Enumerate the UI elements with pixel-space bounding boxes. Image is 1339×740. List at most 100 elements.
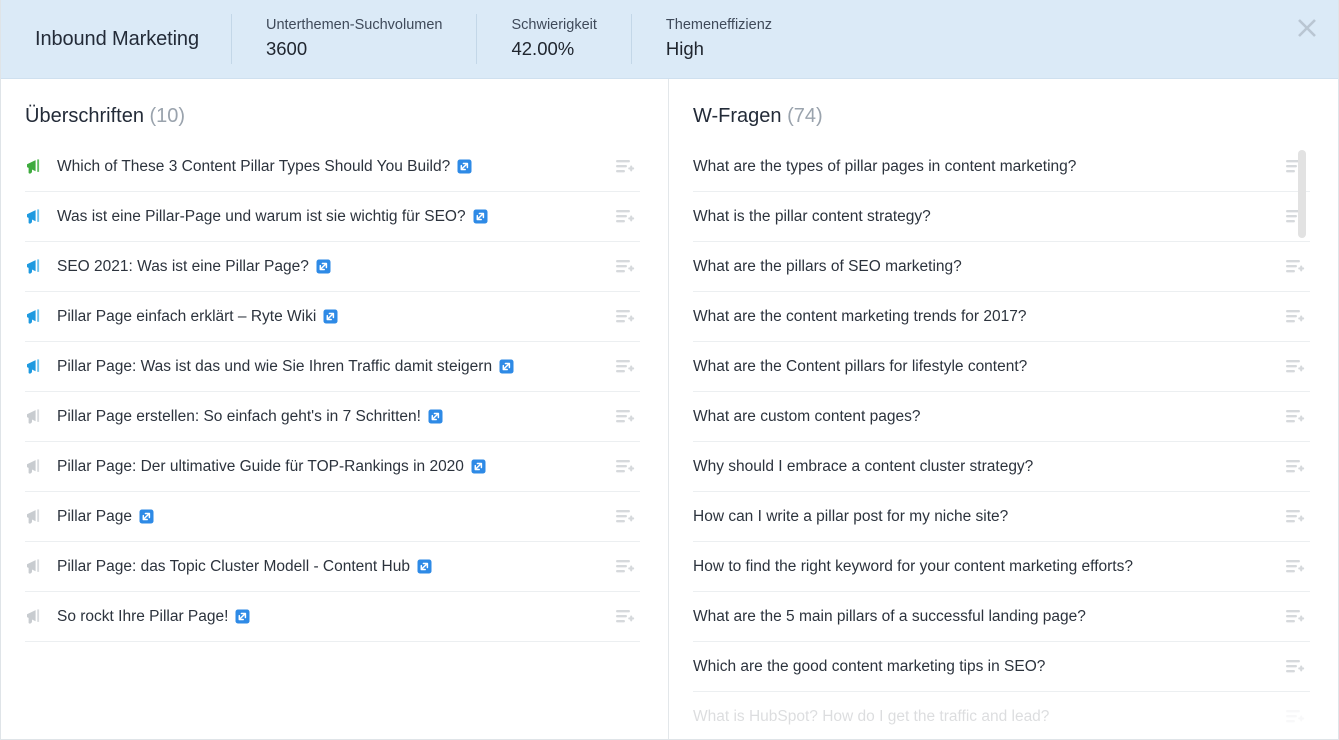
question-label: How can I write a pillar post for my nic… bbox=[693, 507, 1009, 525]
question-label: What is the pillar content strategy? bbox=[693, 207, 931, 225]
question-label: What are the pillars of SEO marketing? bbox=[693, 257, 962, 275]
questions-panel-title: W-Fragen (74) bbox=[693, 79, 1310, 142]
headline-label: Which of These 3 Content Pillar Types Sh… bbox=[57, 157, 451, 175]
add-to-list-icon[interactable] bbox=[610, 208, 640, 226]
table-row[interactable]: What is the pillar content strategy? bbox=[693, 192, 1310, 242]
question-text-wrapper: What is the pillar content strategy? bbox=[693, 208, 1280, 226]
external-link-icon[interactable] bbox=[139, 509, 154, 524]
questions-panel: W-Fragen (74) What are the types of pill… bbox=[669, 79, 1338, 739]
metric-topic-efficiency: Themeneffizienz High bbox=[632, 17, 806, 59]
external-link-icon[interactable] bbox=[428, 409, 443, 424]
external-link-icon[interactable] bbox=[316, 259, 331, 274]
question-label: What are the types of pillar pages in co… bbox=[693, 157, 1077, 175]
table-row[interactable]: Pillar Page: Der ultimative Guide für TO… bbox=[25, 442, 640, 492]
external-link-icon[interactable] bbox=[323, 309, 338, 324]
table-row[interactable]: SEO 2021: Was ist eine Pillar Page? bbox=[25, 242, 640, 292]
external-link-icon[interactable] bbox=[473, 209, 488, 224]
table-row[interactable]: Which of These 3 Content Pillar Types Sh… bbox=[25, 142, 640, 192]
close-button[interactable] bbox=[1290, 11, 1324, 45]
question-text-wrapper: Why should I embrace a content cluster s… bbox=[693, 458, 1280, 476]
add-to-list-icon[interactable] bbox=[610, 158, 640, 176]
megaphone-icon bbox=[25, 457, 57, 477]
add-to-list-icon[interactable] bbox=[610, 558, 640, 576]
add-to-list-icon[interactable] bbox=[610, 308, 640, 326]
external-link-icon[interactable] bbox=[471, 459, 486, 474]
table-row[interactable]: Pillar Page: das Topic Cluster Modell - … bbox=[25, 542, 640, 592]
add-to-list-icon[interactable] bbox=[610, 508, 640, 526]
table-row[interactable]: Pillar Page einfach erklärt – Ryte Wiki bbox=[25, 292, 640, 342]
questions-scrollbar[interactable] bbox=[1298, 142, 1306, 739]
headline-text-wrapper: Pillar Page: Was ist das und wie Sie Ihr… bbox=[57, 358, 610, 376]
headline-label: Was ist eine Pillar-Page und warum ist s… bbox=[57, 207, 466, 225]
headline-text-wrapper: SEO 2021: Was ist eine Pillar Page? bbox=[57, 258, 610, 276]
panel-title-count: (10) bbox=[149, 105, 186, 127]
headlines-panel: Überschriften (10) Which of These 3 Cont… bbox=[1, 79, 669, 739]
close-icon bbox=[1296, 17, 1318, 39]
question-label: What is HubSpot? How do I get the traffi… bbox=[693, 707, 1050, 725]
modal-header: Inbound Marketing Unterthemen-Suchvolume… bbox=[1, 0, 1338, 79]
add-to-list-icon[interactable] bbox=[610, 458, 640, 476]
headline-label: Pillar Page: das Topic Cluster Modell - … bbox=[57, 557, 410, 575]
headlines-list: Which of These 3 Content Pillar Types Sh… bbox=[25, 142, 640, 739]
table-row[interactable]: Pillar Page bbox=[25, 492, 640, 542]
headline-text-wrapper: Which of These 3 Content Pillar Types Sh… bbox=[57, 158, 610, 176]
questions-scrollbar-thumb[interactable] bbox=[1298, 150, 1306, 238]
table-row[interactable]: Why should I embrace a content cluster s… bbox=[693, 442, 1310, 492]
table-row[interactable]: What are custom content pages? bbox=[693, 392, 1310, 442]
question-text-wrapper: What is HubSpot? How do I get the traffi… bbox=[693, 708, 1280, 726]
headline-text-wrapper: Pillar Page einfach erklärt – Ryte Wiki bbox=[57, 308, 610, 326]
add-to-list-icon[interactable] bbox=[610, 408, 640, 426]
table-row[interactable]: What are the content marketing trends fo… bbox=[693, 292, 1310, 342]
headline-label: Pillar Page einfach erklärt – Ryte Wiki bbox=[57, 307, 317, 325]
headline-text-wrapper: Pillar Page: das Topic Cluster Modell - … bbox=[57, 558, 610, 576]
external-link-icon[interactable] bbox=[499, 359, 514, 374]
metric-value: 42.00% bbox=[511, 38, 575, 60]
table-row[interactable]: How can I write a pillar post for my nic… bbox=[693, 492, 1310, 542]
questions-list: What are the types of pillar pages in co… bbox=[693, 142, 1310, 739]
table-row[interactable]: What are the Content pillars for lifesty… bbox=[693, 342, 1310, 392]
table-row[interactable]: What is HubSpot? How do I get the traffi… bbox=[693, 692, 1310, 739]
headline-text-wrapper: Pillar Page: Der ultimative Guide für TO… bbox=[57, 458, 610, 476]
question-label: What are the content marketing trends fo… bbox=[693, 307, 1027, 325]
megaphone-icon bbox=[25, 307, 57, 327]
metric-value: 3600 bbox=[265, 38, 308, 60]
megaphone-icon bbox=[25, 557, 57, 577]
external-link-icon[interactable] bbox=[235, 609, 250, 624]
table-row[interactable]: Was ist eine Pillar-Page und warum ist s… bbox=[25, 192, 640, 242]
metric-label: Unterthemen-Suchvolumen bbox=[265, 17, 443, 34]
metric-search-volume: Unterthemen-Suchvolumen 3600 bbox=[232, 17, 477, 60]
table-row[interactable]: So rockt Ihre Pillar Page! bbox=[25, 592, 640, 642]
headline-text-wrapper: Was ist eine Pillar-Page und warum ist s… bbox=[57, 208, 610, 226]
megaphone-icon bbox=[25, 607, 57, 627]
question-label: How to find the right keyword for your c… bbox=[693, 557, 1133, 575]
question-text-wrapper: What are the types of pillar pages in co… bbox=[693, 158, 1280, 176]
table-row[interactable]: What are the 5 main pillars of a success… bbox=[693, 592, 1310, 642]
headlines-panel-title: Überschriften (10) bbox=[25, 79, 640, 142]
panel-title-text: W-Fragen bbox=[693, 105, 782, 127]
table-row[interactable]: What are the types of pillar pages in co… bbox=[693, 142, 1310, 192]
external-link-icon[interactable] bbox=[457, 159, 472, 174]
topic-detail-modal: Inbound Marketing Unterthemen-Suchvolume… bbox=[0, 0, 1339, 740]
headline-label: Pillar Page: Der ultimative Guide für TO… bbox=[57, 457, 464, 475]
table-row[interactable]: Which are the good content marketing tip… bbox=[693, 642, 1310, 692]
page-title: Inbound Marketing bbox=[35, 27, 199, 50]
table-row[interactable]: What are the pillars of SEO marketing? bbox=[693, 242, 1310, 292]
megaphone-icon bbox=[25, 157, 57, 177]
table-row[interactable]: Pillar Page: Was ist das und wie Sie Ihr… bbox=[25, 342, 640, 392]
question-label: What are the 5 main pillars of a success… bbox=[693, 607, 1086, 625]
headline-label: So rockt Ihre Pillar Page! bbox=[57, 607, 229, 625]
megaphone-icon bbox=[25, 257, 57, 277]
question-text-wrapper: How can I write a pillar post for my nic… bbox=[693, 508, 1280, 526]
add-to-list-icon[interactable] bbox=[610, 258, 640, 276]
megaphone-icon bbox=[25, 357, 57, 377]
table-row[interactable]: Pillar Page erstellen: So einfach geht's… bbox=[25, 392, 640, 442]
table-row[interactable]: How to find the right keyword for your c… bbox=[693, 542, 1310, 592]
question-label: Why should I embrace a content cluster s… bbox=[693, 457, 1034, 475]
headline-label: Pillar Page bbox=[57, 507, 132, 525]
modal-body: Überschriften (10) Which of These 3 Cont… bbox=[1, 79, 1338, 739]
add-to-list-icon[interactable] bbox=[610, 358, 640, 376]
headline-label: SEO 2021: Was ist eine Pillar Page? bbox=[57, 257, 309, 275]
external-link-icon[interactable] bbox=[417, 559, 432, 574]
megaphone-icon bbox=[25, 207, 57, 227]
add-to-list-icon[interactable] bbox=[610, 608, 640, 626]
